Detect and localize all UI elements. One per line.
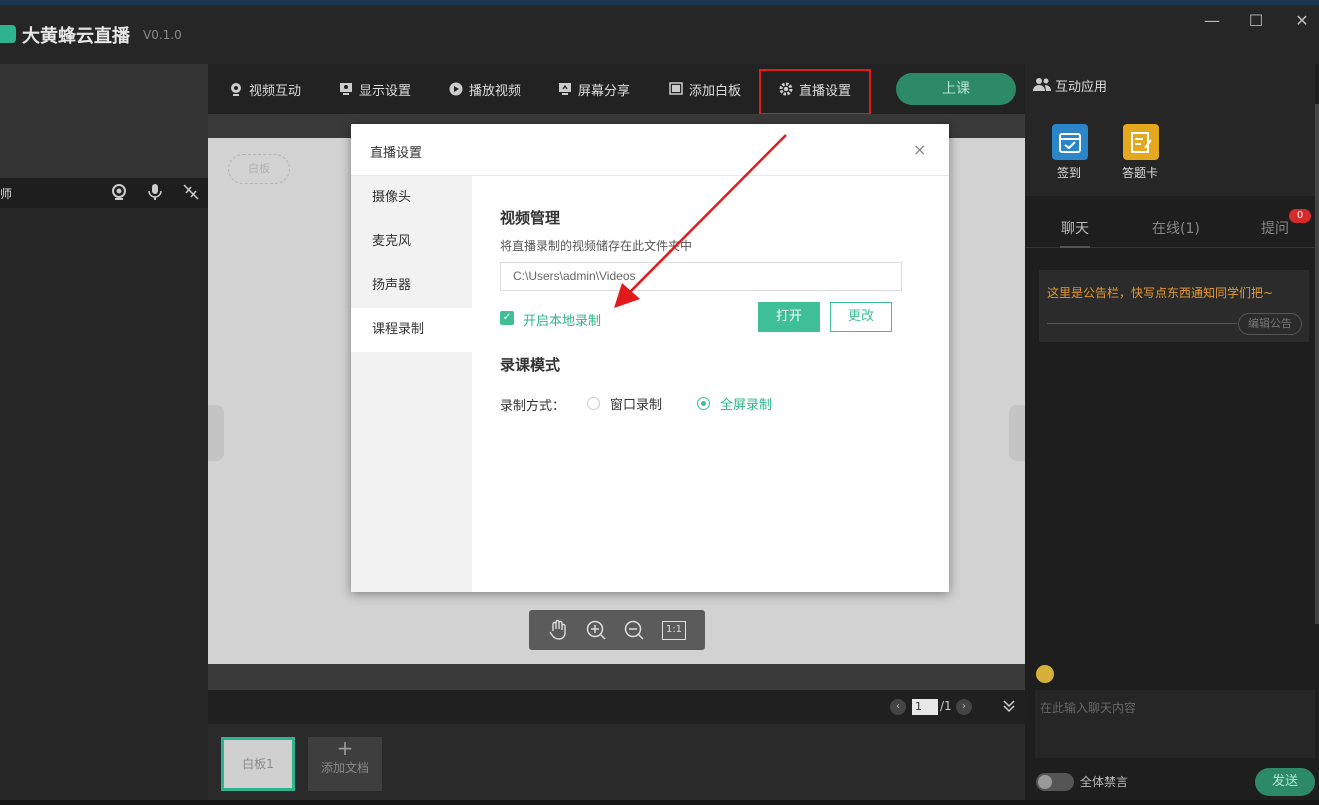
dialog-title: 直播设置 xyxy=(370,146,423,161)
answer-card-app-button[interactable] xyxy=(1123,124,1159,160)
zoom-in-icon[interactable] xyxy=(585,619,607,641)
maximize-button[interactable]: ☐ xyxy=(1245,10,1267,32)
emoji-icon[interactable] xyxy=(1036,665,1054,683)
active-tab-indicator xyxy=(1060,246,1090,248)
close-window-button[interactable]: ✕ xyxy=(1291,10,1313,32)
mute-all-toggle-knob xyxy=(1038,775,1052,789)
nav-course-recording[interactable]: 课程录制 xyxy=(351,308,472,352)
title-bar xyxy=(0,0,1319,64)
tab-questions[interactable]: 提问 xyxy=(1261,218,1289,238)
video-interact-button[interactable]: 视频互动 xyxy=(229,64,301,114)
live-settings-highlight xyxy=(759,69,871,115)
local-record-label[interactable]: 开启本地录制 xyxy=(523,310,601,329)
apps-title: 互动应用 xyxy=(1055,80,1108,95)
collapse-docs-icon[interactable] xyxy=(1001,698,1017,714)
display-settings-button[interactable]: 显示设置 xyxy=(339,64,411,114)
right-panel-scrollbar[interactable] xyxy=(1315,104,1319,624)
screen-share-icon xyxy=(559,83,571,95)
nav-speaker[interactable]: 扬声器 xyxy=(351,264,472,308)
page-total: /1 xyxy=(940,699,952,713)
student-list-area xyxy=(0,208,208,805)
microphone-icon[interactable] xyxy=(146,183,164,201)
teacher-label: 师 xyxy=(0,187,13,201)
app-title: 大黄蜂云直播 xyxy=(22,26,130,47)
canvas-bottom-bar xyxy=(208,664,1025,690)
add-whiteboard-button[interactable]: 添加白板 xyxy=(669,64,741,114)
hand-tool-icon[interactable] xyxy=(547,619,569,641)
start-class-button[interactable]: 上课 xyxy=(896,73,1016,105)
zoom-out-icon[interactable] xyxy=(623,619,645,641)
notice-text: 这里是公告栏，快写点东西通知同学们把~ xyxy=(1047,286,1274,300)
save-path-input[interactable]: C:\Users\admin\Videos xyxy=(500,262,902,291)
video-management-desc: 将直播录制的视频储存在此文件夹中 xyxy=(500,239,693,253)
disable-interact-icon[interactable] xyxy=(182,183,200,201)
whiteboard-tag: 白板 xyxy=(228,154,290,184)
play-video-button[interactable]: 播放视频 xyxy=(449,64,521,114)
webcam-icon xyxy=(231,83,241,96)
app-version: V0.1.0 xyxy=(143,28,182,42)
notice-divider xyxy=(1047,323,1237,324)
checkin-app-button[interactable] xyxy=(1052,124,1088,160)
whiteboard-icon xyxy=(669,82,683,95)
teacher-video xyxy=(0,64,208,178)
whiteboard-thumbnail[interactable]: 白板1 xyxy=(221,737,295,791)
chat-input-placeholder: 在此输入聊天内容 xyxy=(1040,701,1137,715)
record-mode-title: 录课模式 xyxy=(500,356,561,374)
calendar-check-icon xyxy=(1059,133,1081,153)
answer-card-label: 答题卡 xyxy=(1122,166,1159,180)
dialog-header xyxy=(351,124,949,176)
local-record-checkbox[interactable]: ✓ xyxy=(500,311,514,325)
camera-icon[interactable] xyxy=(110,183,128,201)
next-page-icon[interactable]: › xyxy=(956,699,972,715)
nav-camera[interactable]: 摄像头 xyxy=(351,176,472,220)
send-button[interactable]: 发送 xyxy=(1255,768,1315,796)
screen-share-label: 屏幕分享 xyxy=(578,83,631,99)
taskbar-strip xyxy=(0,0,1319,5)
answer-card-icon xyxy=(1131,132,1152,153)
record-method-label: 录制方式： xyxy=(500,399,566,414)
prev-page-icon[interactable]: ‹ xyxy=(890,699,906,715)
plus-icon: + xyxy=(336,736,354,760)
right-collapse-handle[interactable] xyxy=(1009,405,1025,461)
page-number-input[interactable]: 1 xyxy=(912,699,938,715)
video-management-title: 视频管理 xyxy=(500,209,561,227)
change-folder-button[interactable]: 更改 xyxy=(830,302,892,332)
checkin-label: 签到 xyxy=(1057,166,1082,180)
nav-microphone[interactable]: 麦克风 xyxy=(351,220,472,264)
tab-chat[interactable]: 聊天 xyxy=(1061,218,1089,238)
question-count-badge: 0 xyxy=(1289,209,1311,223)
screen-share-button[interactable]: 屏幕分享 xyxy=(558,64,630,114)
bottom-taskbar-strip xyxy=(0,800,1319,805)
minimize-button[interactable]: — xyxy=(1201,10,1223,32)
display-settings-label: 显示设置 xyxy=(359,83,412,99)
open-folder-button[interactable]: 打开 xyxy=(758,302,820,332)
window-record-label[interactable]: 窗口录制 xyxy=(610,394,662,413)
fullscreen-record-radio-dot xyxy=(701,401,706,406)
fullscreen-record-label[interactable]: 全屏录制 xyxy=(720,394,772,413)
add-document-label: 添加文档 xyxy=(320,761,369,775)
video-interact-label: 视频互动 xyxy=(249,83,302,99)
mute-all-label: 全体禁言 xyxy=(1080,775,1129,789)
play-icon xyxy=(449,82,463,96)
actual-size-button[interactable]: 1:1 xyxy=(662,621,686,640)
teacher-control-bar xyxy=(0,178,208,208)
add-document-button[interactable]: + 添加文档 xyxy=(308,737,382,791)
dialog-close-icon[interactable]: × xyxy=(913,140,926,159)
tab-online[interactable]: 在线(1) xyxy=(1152,218,1200,238)
users-icon xyxy=(1033,78,1051,91)
window-record-radio[interactable] xyxy=(587,397,600,410)
monitor-icon xyxy=(340,83,352,95)
app-logo-icon xyxy=(0,25,16,43)
add-whiteboard-label: 添加白板 xyxy=(689,83,742,99)
left-collapse-handle[interactable] xyxy=(208,405,224,461)
edit-notice-button[interactable]: 编辑公告 xyxy=(1238,313,1302,335)
play-video-label: 播放视频 xyxy=(469,83,522,99)
